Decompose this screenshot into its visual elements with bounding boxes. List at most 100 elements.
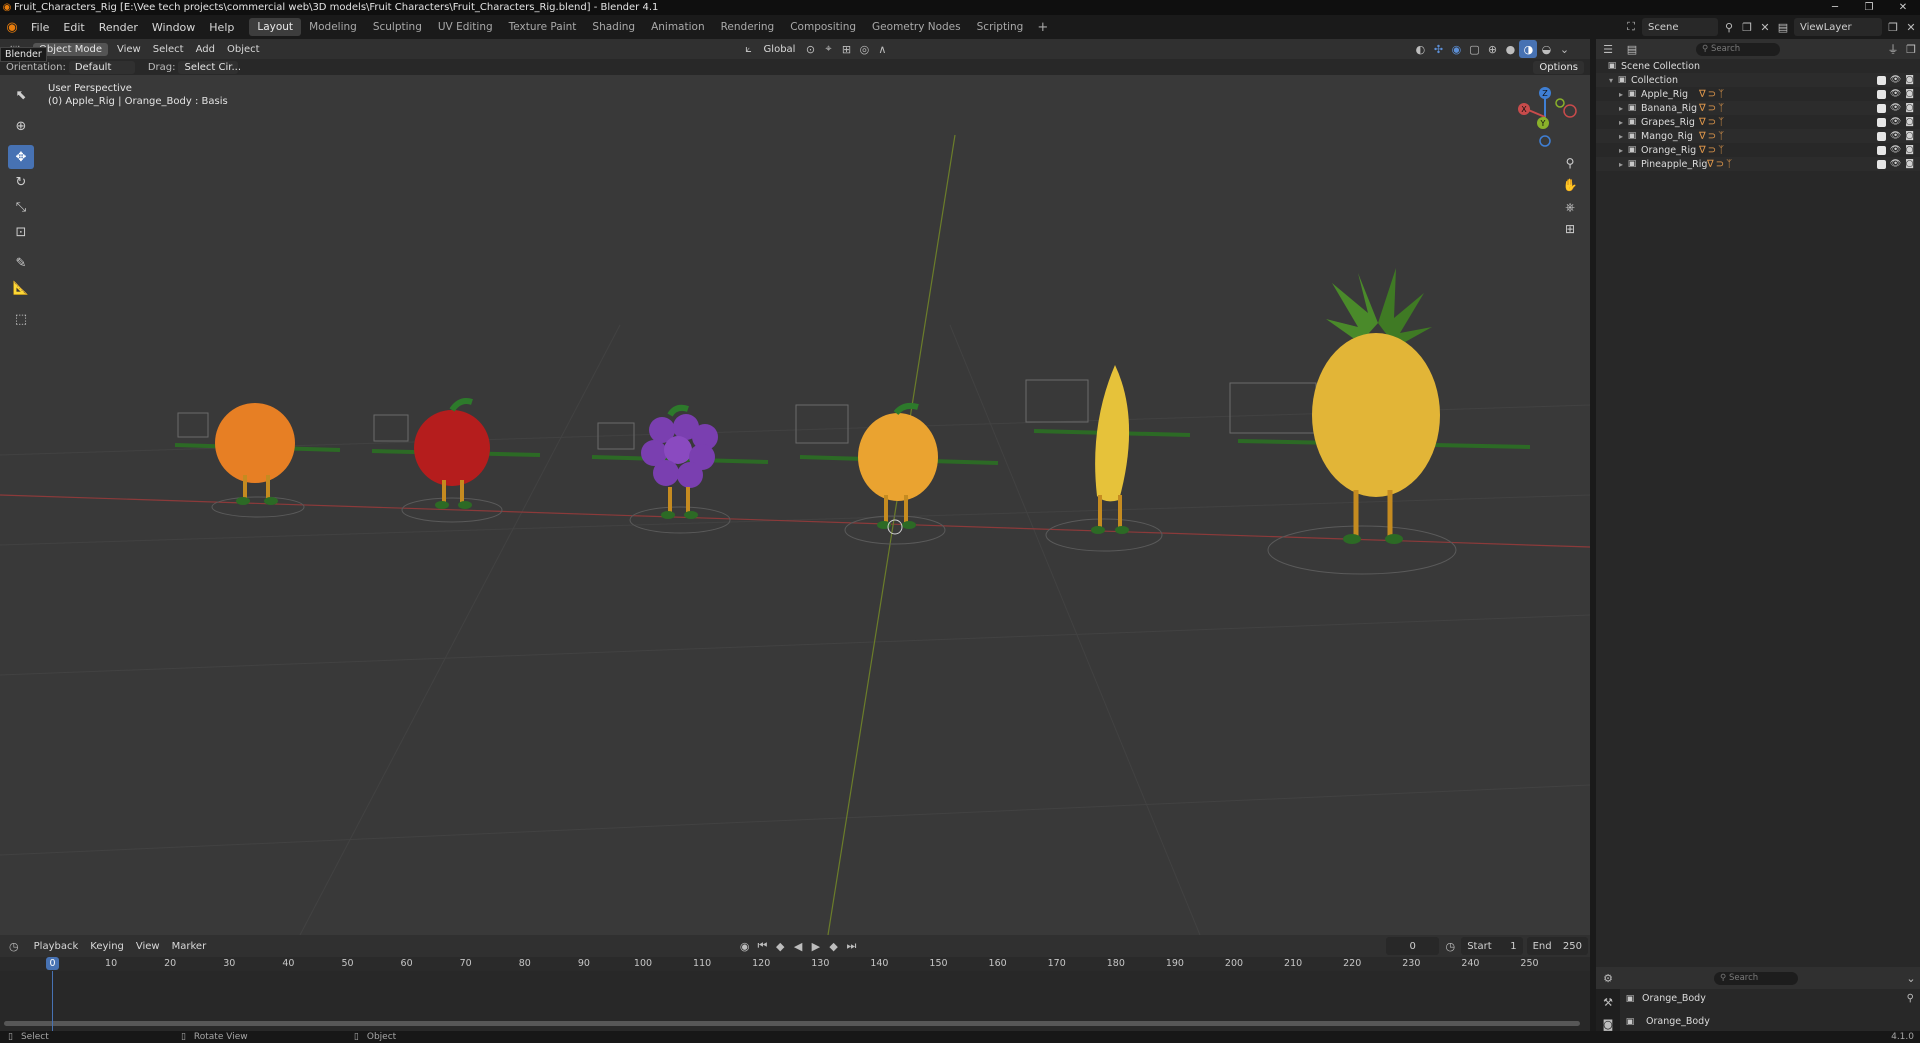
zoom-icon[interactable]: ⚲: [1559, 153, 1581, 173]
expand-arrow-icon[interactable]: ▸: [1616, 146, 1626, 155]
exclude-checkbox[interactable]: [1876, 146, 1886, 155]
pivot-icon[interactable]: ⊙: [801, 40, 819, 58]
options-dropdown[interactable]: Options: [1533, 60, 1584, 74]
menu-render[interactable]: Render: [92, 21, 145, 34]
properties-search-input[interactable]: ⚲ Search: [1714, 971, 1798, 985]
camera-icon[interactable]: ◙: [1905, 159, 1914, 169]
auto-key-icon[interactable]: ◉: [736, 937, 754, 955]
menu-edit[interactable]: Edit: [56, 21, 91, 34]
eye-icon[interactable]: 👁: [1890, 103, 1901, 113]
menu-select[interactable]: Select: [147, 44, 190, 55]
visibility-icon[interactable]: ◐: [1411, 40, 1429, 58]
rotate-tool-icon[interactable]: ↻: [8, 170, 34, 194]
play-icon[interactable]: ▶: [807, 937, 825, 955]
tab-geometry-nodes[interactable]: Geometry Nodes: [864, 18, 969, 36]
menu-add[interactable]: Add: [190, 44, 221, 55]
eye-icon[interactable]: 👁: [1890, 145, 1901, 155]
shading-rendered-icon[interactable]: ◒: [1537, 40, 1555, 58]
timeline-ruler[interactable]: 0 10 20 30 40 50 60 70 80 90 100 110 120 130 140 150 160…: [0, 957, 1590, 971]
properties-editor-icon[interactable]: ⚙: [1596, 969, 1620, 987]
tab-compositing[interactable]: Compositing: [782, 18, 864, 36]
jump-start-icon[interactable]: ⏮: [754, 937, 772, 955]
menu-playback[interactable]: Playback: [28, 941, 85, 952]
measure-tool-icon[interactable]: 📐: [8, 276, 34, 300]
jump-keyframe-forward-icon[interactable]: ◆: [825, 937, 843, 955]
tab-layout[interactable]: Layout: [249, 18, 302, 36]
snap-icon[interactable]: ⌖: [819, 40, 837, 58]
expand-arrow-icon[interactable]: ▸: [1616, 160, 1626, 169]
expand-arrow-icon[interactable]: ▸: [1616, 132, 1626, 141]
exclude-checkbox[interactable]: [1876, 76, 1886, 85]
camera-icon[interactable]: ◙: [1905, 89, 1914, 99]
start-frame-field[interactable]: Start 1: [1461, 937, 1523, 955]
timeline-scrollbar[interactable]: [4, 1021, 1580, 1026]
pan-hand-icon[interactable]: ✋: [1559, 175, 1581, 195]
menu-window[interactable]: Window: [145, 21, 202, 34]
eye-icon[interactable]: 👁: [1890, 75, 1901, 85]
tab-rendering[interactable]: Rendering: [713, 18, 783, 36]
data-name-row[interactable]: ▣ Orange_Body: [1624, 1016, 1710, 1027]
tab-scripting[interactable]: Scripting: [969, 18, 1032, 36]
preview-range-icon[interactable]: ◷: [1441, 937, 1459, 955]
view-layer-icon[interactable]: ▤: [1774, 18, 1792, 36]
eye-icon[interactable]: 👁: [1890, 117, 1901, 127]
xray-icon[interactable]: ▢: [1465, 40, 1483, 58]
tab-sculpting[interactable]: Sculpting: [365, 18, 430, 36]
scene-field[interactable]: Scene: [1642, 18, 1718, 36]
expand-arrow-icon[interactable]: ▸: [1616, 104, 1626, 113]
eye-icon[interactable]: 👁: [1890, 131, 1901, 141]
outliner-item-mango-rig[interactable]: ▸ ▣ Mango_Rig ∇⊃ᛉ 👁 ◙: [1596, 129, 1920, 143]
new-collection-icon[interactable]: ❐: [1902, 40, 1920, 58]
menu-file[interactable]: File: [24, 21, 56, 34]
pin-icon[interactable]: ⚲: [1907, 993, 1914, 1004]
annotate-tool-icon[interactable]: ✎: [8, 251, 34, 275]
exclude-checkbox[interactable]: [1876, 132, 1886, 141]
pineapple-character[interactable]: [1229, 268, 1531, 575]
tab-texture-paint[interactable]: Texture Paint: [501, 18, 585, 36]
timeline-body[interactable]: [0, 971, 1590, 1031]
end-frame-field[interactable]: End 250: [1526, 937, 1588, 955]
exclude-checkbox[interactable]: [1876, 118, 1886, 127]
menu-keying[interactable]: Keying: [84, 941, 130, 952]
collection-row[interactable]: ▾ ▣ Collection 👁 ◙: [1596, 73, 1920, 87]
shading-options-icon[interactable]: ⌄: [1555, 40, 1573, 58]
tab-animation[interactable]: Animation: [643, 18, 713, 36]
tab-shading[interactable]: Shading: [584, 18, 643, 36]
camera-icon[interactable]: ◙: [1905, 103, 1914, 113]
tab-modeling[interactable]: Modeling: [301, 18, 365, 36]
outliner-item-pineapple-rig[interactable]: ▸ ▣ Pineapple_Rig ∇⊃ᛉ 👁 ◙: [1596, 157, 1920, 171]
outliner-item-apple-rig[interactable]: ▸ ▣ Apple_Rig ∇⊃ᛉ 👁 ◙: [1596, 87, 1920, 101]
chevron-down-icon[interactable]: ⌄: [1902, 969, 1920, 987]
delete-scene-icon[interactable]: ✕: [1756, 18, 1774, 36]
blender-menu-icon[interactable]: ◉: [0, 20, 24, 35]
cursor-tool-icon[interactable]: ⊕: [8, 114, 34, 138]
timeline-editor-icon[interactable]: ◷: [0, 937, 28, 955]
scene-collection-row[interactable]: ▣ Scene Collection: [1596, 59, 1920, 73]
playhead[interactable]: [52, 971, 53, 1031]
camera-view-icon[interactable]: ⎈: [1559, 197, 1581, 217]
filter-icon[interactable]: ⏚: [1884, 40, 1902, 58]
new-view-layer-icon[interactable]: ❐: [1884, 18, 1902, 36]
tab-uv-editing[interactable]: UV Editing: [430, 18, 501, 36]
display-mode-icon[interactable]: ▤: [1620, 40, 1644, 58]
pin-icon[interactable]: ⚲: [1720, 18, 1738, 36]
play-reverse-icon[interactable]: ◀: [789, 937, 807, 955]
exclude-checkbox[interactable]: [1876, 90, 1886, 99]
expand-arrow-icon[interactable]: ▾: [1606, 76, 1616, 85]
snap-target-icon[interactable]: ⊞: [837, 40, 855, 58]
proportional-edit-icon[interactable]: ◎: [855, 40, 873, 58]
menu-object[interactable]: Object: [221, 44, 266, 55]
3d-viewport[interactable]: User Perspective (0) Apple_Rig | Orange_…: [0, 75, 1590, 935]
expand-arrow-icon[interactable]: ▸: [1616, 90, 1626, 99]
shading-wireframe-icon[interactable]: ⊕: [1483, 40, 1501, 58]
tool-tab-icon[interactable]: ⚒: [1599, 993, 1617, 1011]
overlay-icon[interactable]: ◉: [1447, 40, 1465, 58]
outliner-search-input[interactable]: ⚲ Search: [1696, 42, 1780, 56]
scale-tool-icon[interactable]: ⤡: [8, 195, 34, 219]
camera-icon[interactable]: ◙: [1905, 131, 1914, 141]
eye-icon[interactable]: 👁: [1890, 159, 1901, 169]
grapes-character[interactable]: [591, 404, 769, 534]
falloff-icon[interactable]: ∧: [873, 40, 891, 58]
minimize-icon[interactable]: ─: [1818, 2, 1852, 13]
outliner-item-grapes-rig[interactable]: ▸ ▣ Grapes_Rig ∇⊃ᛉ 👁 ◙: [1596, 115, 1920, 129]
